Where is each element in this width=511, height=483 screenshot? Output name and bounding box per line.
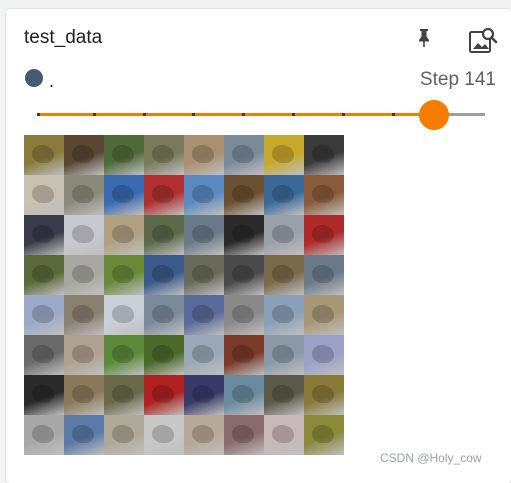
image-tile — [304, 255, 344, 295]
image-tile — [224, 215, 264, 255]
image-tile — [64, 375, 104, 415]
step-label: Step 141 — [419, 69, 496, 90]
image-tile — [304, 375, 344, 415]
slider-tick — [242, 113, 245, 116]
image-tile — [184, 295, 224, 335]
image-tile — [64, 335, 104, 375]
image-tile — [104, 375, 144, 415]
image-tile — [24, 415, 64, 455]
run-name: . — [49, 71, 55, 91]
image-tile — [24, 295, 64, 335]
image-tile — [144, 335, 184, 375]
image-tile — [24, 335, 64, 375]
image-tile — [184, 175, 224, 215]
image-tile — [304, 415, 344, 455]
image-tile — [104, 175, 144, 215]
image-tile — [104, 215, 144, 255]
step-slider[interactable] — [37, 100, 485, 130]
image-tile — [144, 255, 184, 295]
image-tile — [104, 335, 144, 375]
image-tile — [264, 415, 304, 455]
pin-icon[interactable] — [412, 26, 436, 50]
image-tile — [144, 375, 184, 415]
slider-tick — [292, 113, 295, 116]
image-tile — [184, 135, 224, 175]
image-tile — [264, 135, 304, 175]
image-tile — [224, 335, 264, 375]
image-tile — [24, 375, 64, 415]
image-tile — [184, 215, 224, 255]
image-tile — [304, 215, 344, 255]
image-tile — [24, 255, 64, 295]
image-tile — [64, 215, 104, 255]
image-tile — [64, 415, 104, 455]
image-tile — [224, 255, 264, 295]
image-tile — [304, 135, 344, 175]
image-tile — [224, 295, 264, 335]
slider-tick — [37, 113, 40, 116]
image-tile — [184, 335, 224, 375]
image-tile — [24, 175, 64, 215]
image-search-icon[interactable] — [468, 26, 498, 56]
slider-active-track — [37, 113, 433, 116]
image-tile — [264, 175, 304, 215]
image-tile — [24, 135, 64, 175]
run-color-dot — [25, 69, 43, 87]
slider-tick — [192, 113, 195, 116]
image-tile — [264, 375, 304, 415]
slider-tick — [342, 113, 345, 116]
image-tile — [64, 295, 104, 335]
image-tile — [144, 175, 184, 215]
image-tile — [104, 415, 144, 455]
image-tile — [104, 255, 144, 295]
image-tile — [184, 415, 224, 455]
image-tile — [64, 135, 104, 175]
image-tile — [184, 255, 224, 295]
image-tile — [304, 175, 344, 215]
image-tile — [264, 255, 304, 295]
slider-tick — [392, 113, 395, 116]
image-tile — [144, 215, 184, 255]
image-tile — [184, 375, 224, 415]
image-tile — [304, 295, 344, 335]
image-tile — [64, 175, 104, 215]
slider-thumb[interactable] — [419, 100, 449, 130]
image-tile — [104, 295, 144, 335]
image-tile — [224, 135, 264, 175]
image-tile — [224, 375, 264, 415]
slider-tick — [143, 113, 146, 116]
image-tile — [224, 415, 264, 455]
image-tile — [24, 215, 64, 255]
sample-image-grid[interactable] — [24, 135, 344, 455]
card-title: test_data — [24, 27, 103, 48]
image-tile — [264, 295, 304, 335]
image-tile — [144, 415, 184, 455]
image-tile — [144, 135, 184, 175]
image-tile — [264, 335, 304, 375]
image-tile — [64, 255, 104, 295]
image-tile — [304, 335, 344, 375]
image-tile — [264, 215, 304, 255]
image-tile — [144, 295, 184, 335]
slider-tick — [93, 113, 96, 116]
image-tile — [224, 175, 264, 215]
watermark: CSDN @Holy_cow — [380, 451, 482, 465]
image-tile — [104, 135, 144, 175]
